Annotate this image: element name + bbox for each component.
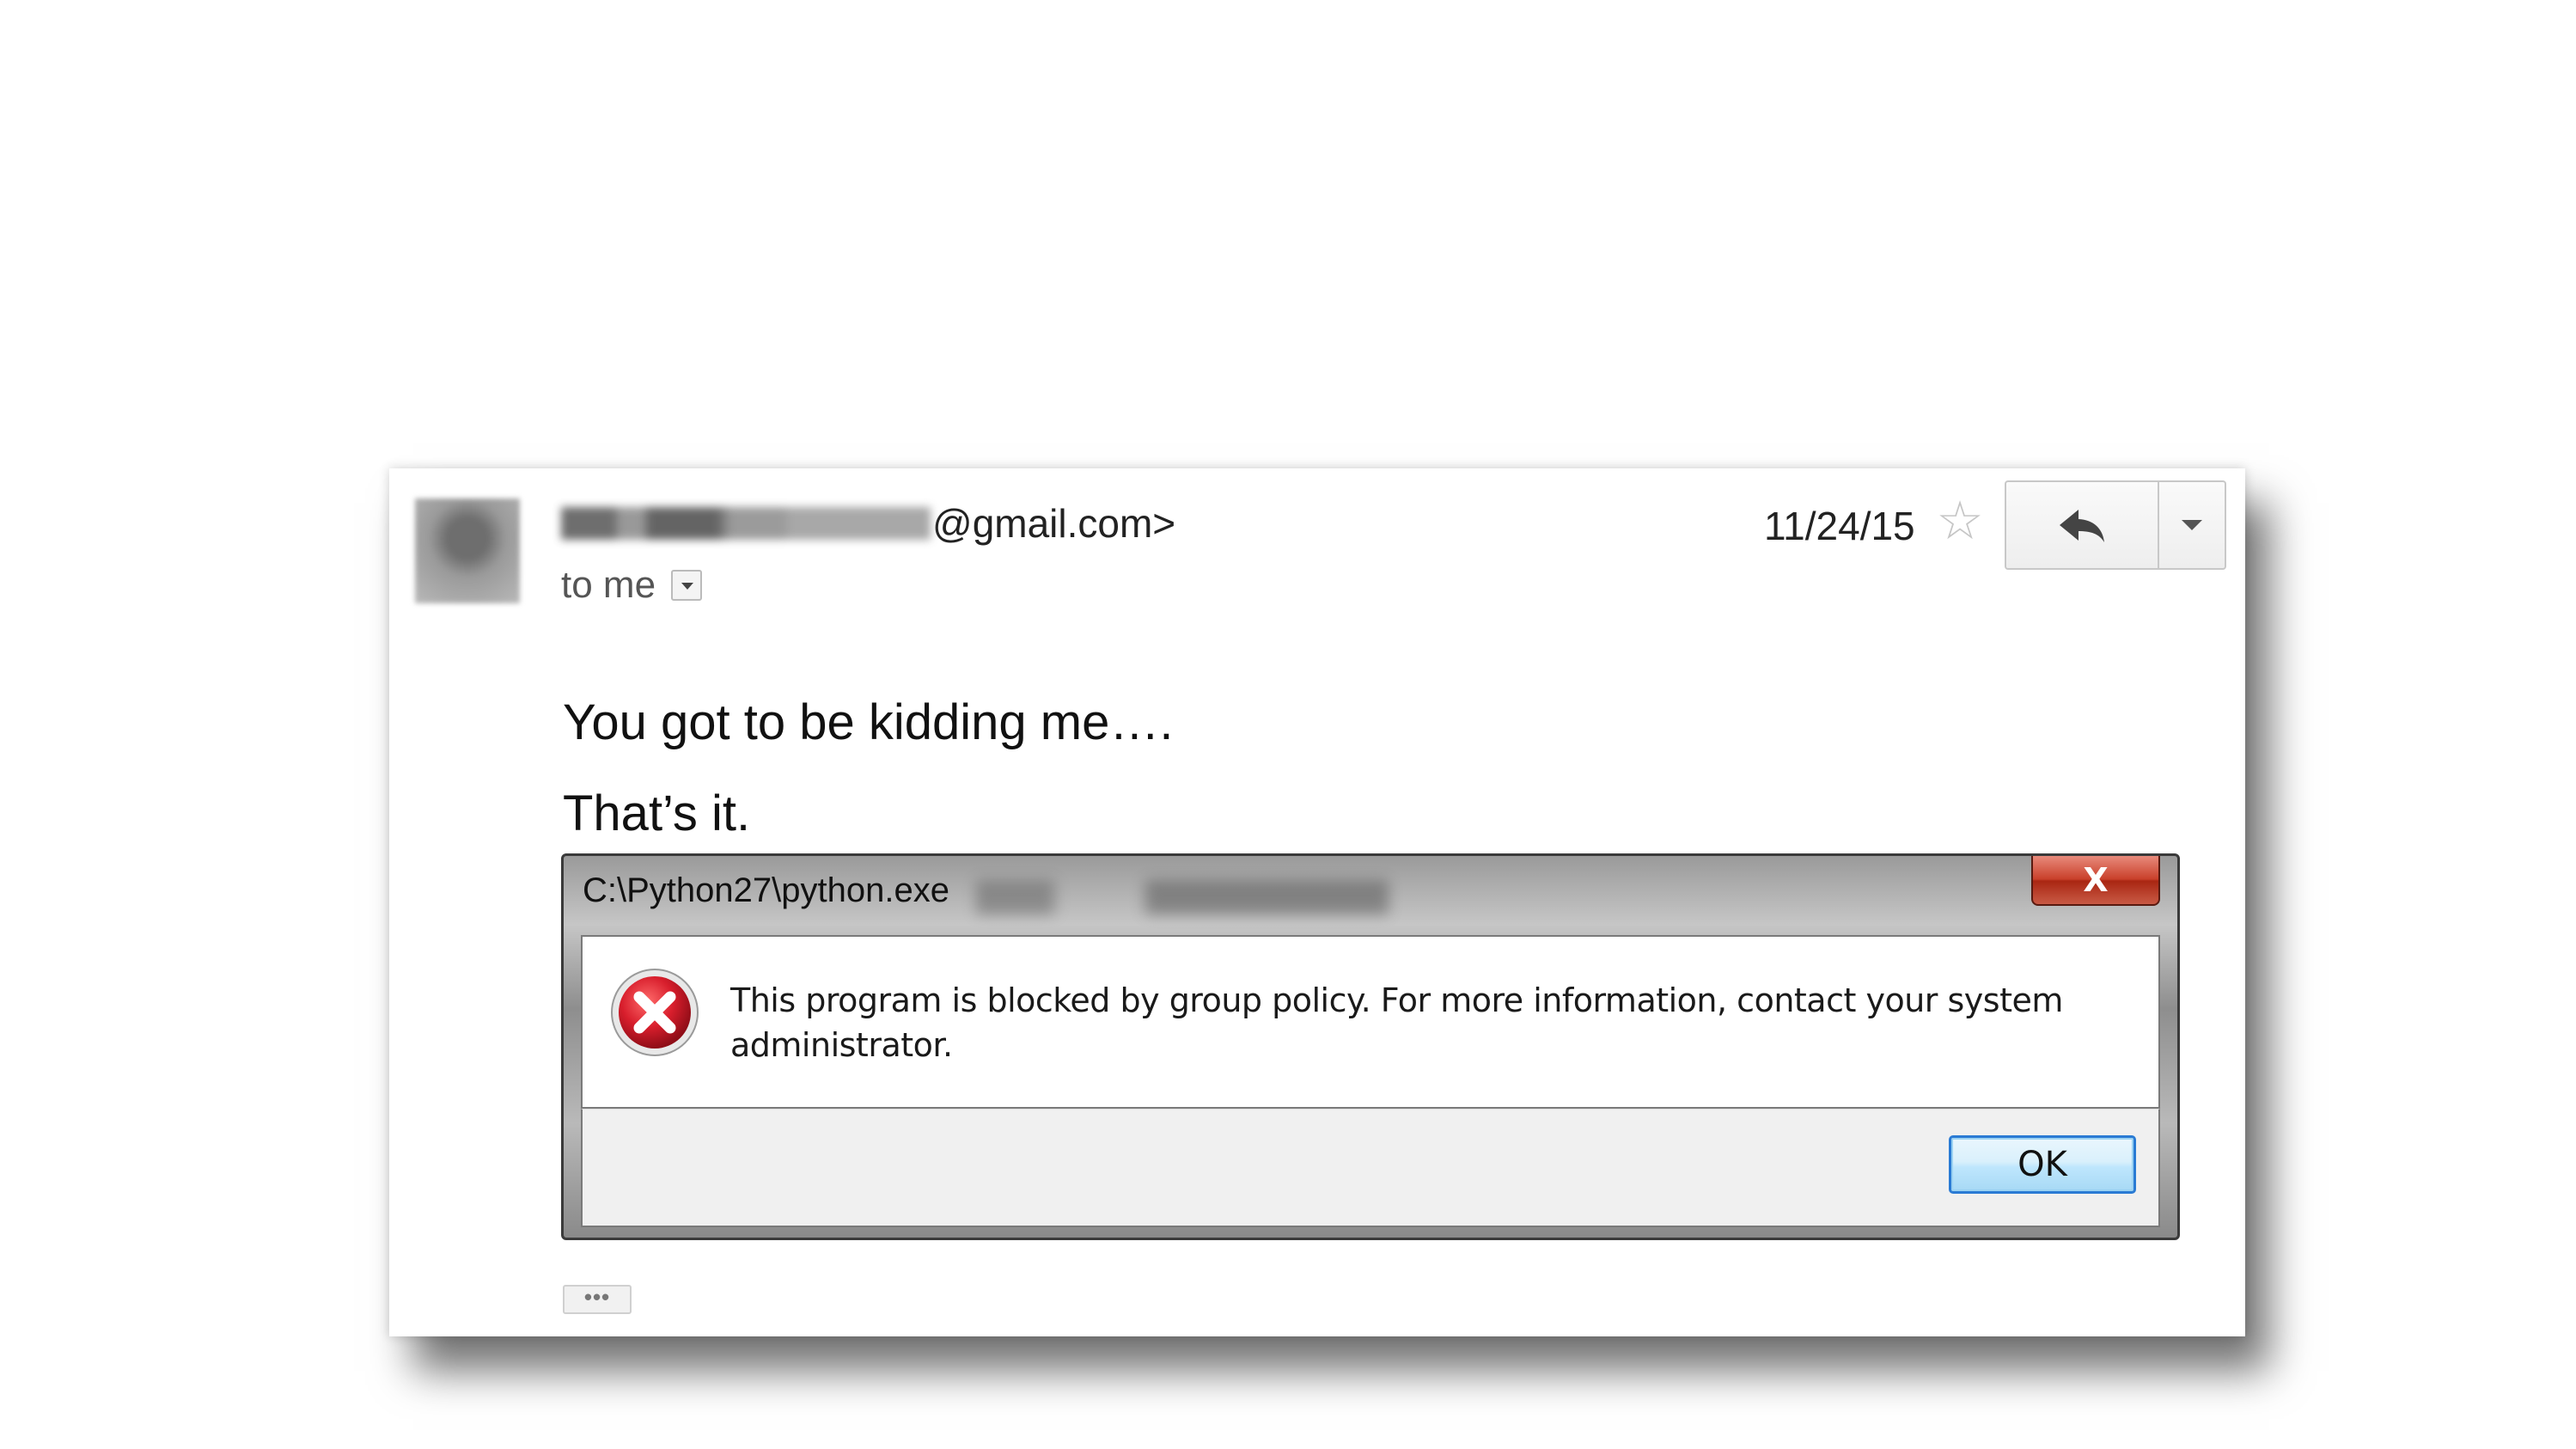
chevron-down-icon xyxy=(2182,520,2202,530)
show-trimmed-content-button[interactable]: ••• xyxy=(563,1285,632,1314)
email-message-card: @gmail.com> to me 11/24/15 ☆ You got to … xyxy=(389,468,2245,1336)
dialog-titlebar: C:\Python27\python.exe X xyxy=(564,856,2177,933)
message-date: 11/24/15 xyxy=(1764,504,1915,548)
recipient-label: to me xyxy=(561,564,656,606)
reply-icon xyxy=(2060,510,2104,542)
reply-button-group xyxy=(2005,480,2226,570)
sender-avatar[interactable] xyxy=(415,498,520,603)
dialog-title: C:\Python27\python.exe xyxy=(583,871,949,909)
message-body-line: That’s it. xyxy=(563,786,751,841)
error-icon xyxy=(611,969,699,1056)
dialog-footer: OK xyxy=(581,1109,2160,1227)
title-redacted xyxy=(976,880,1389,914)
recipient-details-toggle[interactable] xyxy=(671,570,703,601)
recipient-row: to me xyxy=(561,561,703,609)
message-body-line: You got to be kidding me…. xyxy=(563,694,1174,750)
dialog-message: This program is blocked by group policy.… xyxy=(730,981,2063,1064)
sender-name-redacted xyxy=(561,507,931,540)
sender-row: @gmail.com> xyxy=(561,498,1175,549)
more-actions-button[interactable] xyxy=(2159,482,2225,568)
reply-button[interactable] xyxy=(2006,482,2159,568)
error-dialog-screenshot: C:\Python27\python.exe X This program is… xyxy=(561,853,2180,1240)
ok-button[interactable]: OK xyxy=(1949,1135,2136,1194)
dialog-content: This program is blocked by group policy.… xyxy=(581,935,2160,1109)
close-button[interactable]: X xyxy=(2031,856,2160,906)
sender-email[interactable]: @gmail.com> xyxy=(932,500,1175,547)
star-icon[interactable]: ☆ xyxy=(1932,494,1987,549)
